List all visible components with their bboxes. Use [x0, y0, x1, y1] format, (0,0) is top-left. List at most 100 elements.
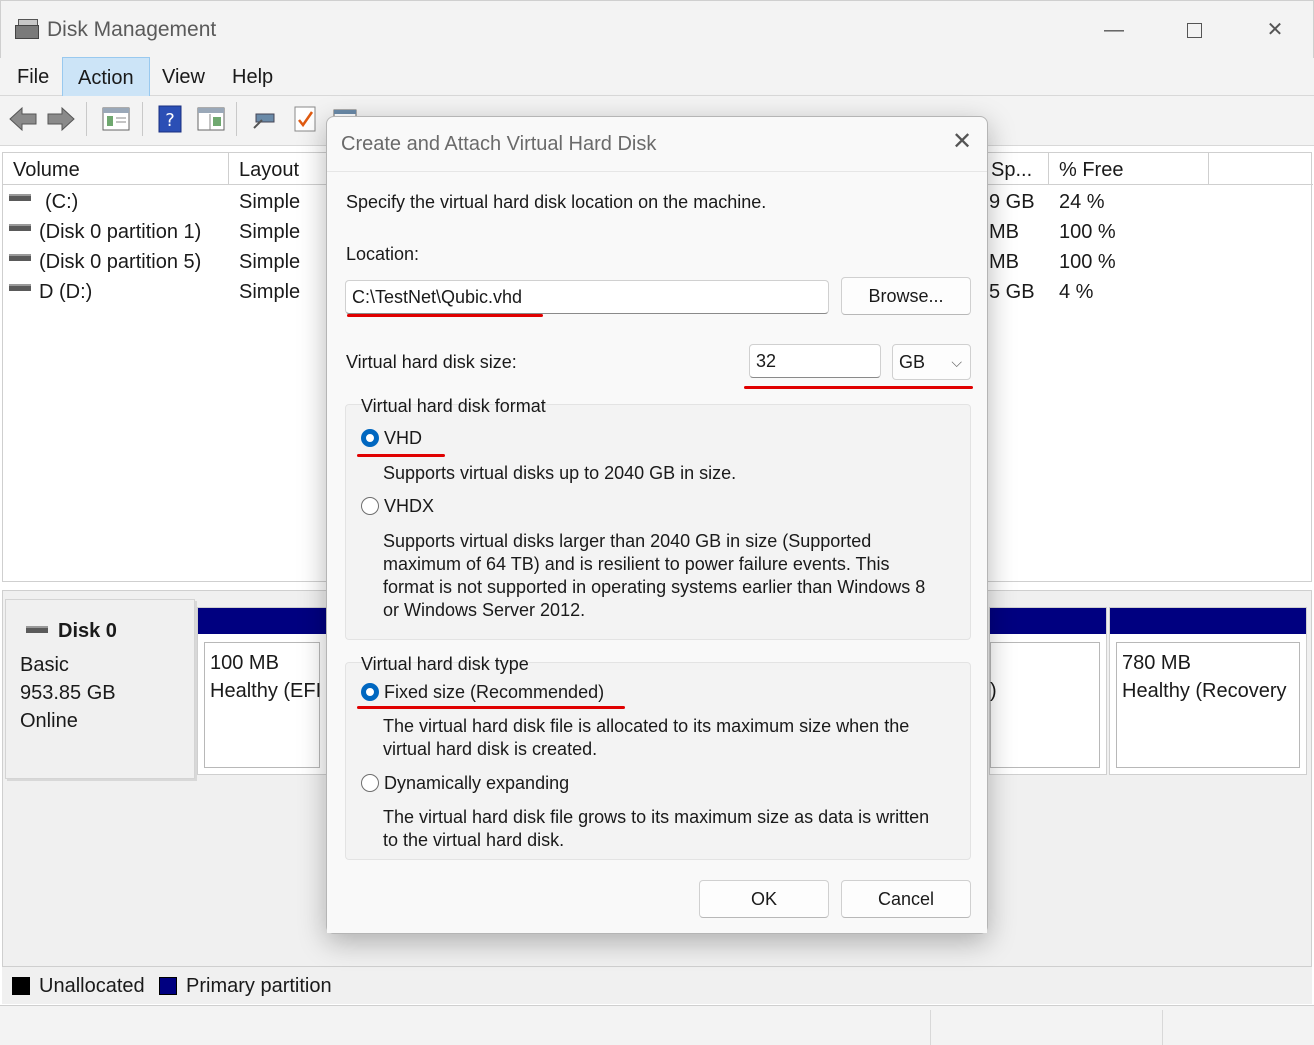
partition-main[interactable]: ) [989, 607, 1107, 775]
volume-layout: Simple [239, 281, 301, 303]
primary-partition-bar [198, 608, 326, 634]
volume-name: (C:) [45, 191, 79, 213]
title-bar: Disk Management — ✕ [0, 0, 1314, 58]
svg-text:?: ? [165, 110, 175, 131]
volume-name: (Disk 0 partition 5) [39, 251, 202, 273]
maximize-icon [1186, 23, 1202, 39]
dialog-body: Specify the virtual hard disk location o… [327, 171, 987, 933]
fixed-size-radio[interactable] [361, 683, 379, 701]
status-separator [1162, 1010, 1163, 1045]
vhd-highlight-underline [357, 454, 445, 457]
console-tree-icon[interactable] [100, 104, 132, 134]
dynamic-description-line: to the virtual hard disk. [383, 830, 565, 850]
vhdx-description-line: maximum of 64 TB) and is resilient to po… [383, 554, 890, 574]
browse-button[interactable]: Browse... [841, 277, 971, 315]
fixed-size-highlight-underline [357, 706, 625, 709]
volume-icon [9, 194, 31, 202]
menu-file[interactable]: File [2, 58, 64, 96]
toolbar-separator [86, 102, 87, 136]
dynamic-label[interactable]: Dynamically expanding [384, 773, 569, 794]
volume-icon [9, 254, 31, 262]
toolbar-separator [236, 102, 237, 136]
partition-status: Healthy (EFI [210, 680, 322, 702]
partition-size: 780 MB [1122, 652, 1191, 674]
vhd-description: Supports virtual disks up to 2040 GB in … [383, 463, 737, 483]
vhd-label[interactable]: VHD [384, 428, 422, 449]
partition-efi[interactable]: 100 MB Healthy (EFI [197, 607, 327, 775]
volume-space: MB [989, 251, 1019, 273]
partition-status: ) [990, 680, 997, 702]
window-title: Disk Management [47, 18, 217, 41]
volume-space: 9 GB [989, 191, 1035, 213]
chevron-down-icon: ⌵ [951, 354, 962, 370]
volume-layout: Simple [239, 221, 301, 243]
disk-name: Disk 0 [58, 620, 117, 642]
vhdx-description-line: or Windows Server 2012. [383, 600, 586, 620]
legend: Unallocated Primary partition [2, 966, 1312, 1004]
column-header-free[interactable]: % Free [1049, 153, 1209, 185]
forward-arrow-icon[interactable] [46, 104, 76, 134]
vhdx-label[interactable]: VHDX [384, 496, 434, 517]
volume-free: 100 % [1059, 221, 1116, 243]
volume-free: 4 % [1059, 281, 1094, 303]
disk-type: Basic [20, 654, 69, 676]
menu-action[interactable]: Action [62, 57, 150, 97]
column-header-space[interactable]: Sp... [981, 153, 1049, 185]
format-group-label: Virtual hard disk format [361, 396, 546, 416]
menu-view[interactable]: View [147, 58, 220, 96]
volume-layout: Simple [239, 251, 301, 273]
size-input[interactable]: 32 [749, 344, 881, 378]
connect-disk-icon[interactable] [250, 104, 278, 134]
close-button[interactable]: ✕ [1260, 15, 1290, 45]
size-unit-select[interactable]: GB ⌵ [892, 344, 971, 380]
checklist-icon[interactable] [292, 104, 318, 134]
primary-partition-swatch [159, 977, 177, 995]
vhdx-radio[interactable] [361, 497, 379, 515]
volume-icon [9, 224, 31, 232]
legend-unallocated: Unallocated [39, 975, 145, 997]
size-highlight-underline [744, 386, 973, 389]
partition-frame [990, 642, 1100, 768]
toolbar-separator [142, 102, 143, 136]
vhdx-description-line: format is not supported in operating sys… [383, 577, 926, 597]
column-header-volume[interactable]: Volume [3, 153, 229, 185]
fixed-size-description: The virtual hard disk file is allocated … [383, 715, 963, 761]
volume-layout: Simple [239, 191, 301, 213]
disk-management-icon [15, 19, 41, 43]
unallocated-swatch [12, 977, 30, 995]
partition-status: Healthy (Recovery [1122, 680, 1287, 702]
properties-icon[interactable] [196, 104, 226, 134]
location-input[interactable]: C:\TestNet\Qubic.vhd [345, 280, 829, 314]
size-unit-value: GB [899, 352, 926, 372]
cancel-button[interactable]: Cancel [841, 880, 971, 918]
partition-size: 100 MB [210, 652, 279, 674]
create-vhd-dialog: Create and Attach Virtual Hard Disk ✕ Sp… [326, 116, 988, 934]
volume-name: D (D:) [39, 281, 93, 303]
fixed-size-label[interactable]: Fixed size (Recommended) [384, 682, 604, 703]
vhdx-description-line: Supports virtual disks larger than 2040 … [383, 531, 872, 551]
fixed-size-description-line: virtual hard disk is created. [383, 739, 598, 759]
dynamic-radio[interactable] [361, 774, 379, 792]
location-label: Location: [346, 244, 420, 264]
dynamic-description-line: The virtual hard disk file grows to its … [383, 807, 930, 827]
volume-icon [9, 284, 31, 292]
column-header-layout[interactable]: Layout [229, 153, 339, 185]
partition-recovery[interactable]: 780 MB Healthy (Recovery [1109, 607, 1307, 775]
volume-space: 5 GB [989, 281, 1035, 303]
back-arrow-icon[interactable] [8, 104, 38, 134]
disk-status: Online [20, 710, 78, 732]
primary-partition-bar [990, 608, 1106, 634]
volume-name: (Disk 0 partition 1) [39, 221, 202, 243]
menu-help[interactable]: Help [217, 58, 288, 96]
dialog-close-button[interactable]: ✕ [947, 127, 977, 157]
disk-size: 953.85 GB [20, 682, 116, 704]
help-icon[interactable]: ? [158, 104, 182, 134]
vhd-radio[interactable] [361, 429, 379, 447]
minimize-button[interactable]: — [1099, 15, 1129, 45]
location-highlight-underline [347, 314, 543, 317]
ok-button[interactable]: OK [699, 880, 829, 918]
disk-info-card[interactable]: Disk 0 Basic 953.85 GB Online [5, 599, 195, 779]
status-separator [930, 1010, 931, 1045]
maximize-button[interactable] [1179, 15, 1209, 45]
type-group-label: Virtual hard disk type [361, 654, 529, 674]
